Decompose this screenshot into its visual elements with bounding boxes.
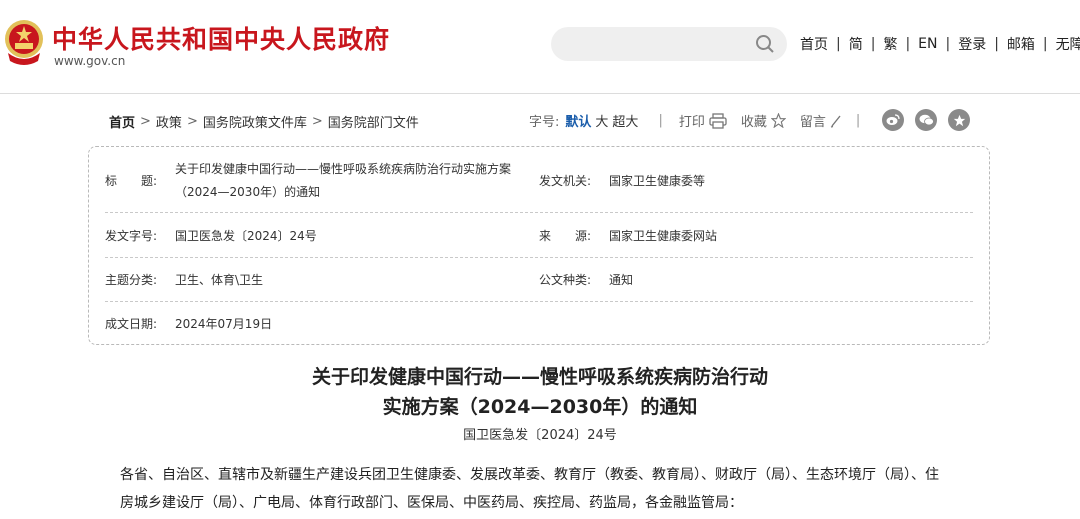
favorite-label: 收藏 (740, 115, 767, 130)
info-row-doc-number: 发文字号: 国卫医急发〔2024〕24号 来 源: 国家卫生健康委网站 (105, 213, 973, 258)
national-emblem-icon[interactable] (2, 17, 46, 67)
nav-simplified[interactable]: 简 (849, 34, 863, 54)
nav-separator: | (994, 36, 999, 52)
favorite-button[interactable]: 收藏 (741, 111, 786, 130)
breadcrumb-policy[interactable]: 政策 (156, 112, 182, 131)
comment-label: 留言 (799, 115, 826, 130)
star-outline-icon (770, 113, 786, 128)
doc-type-label: 公文种类: (539, 273, 592, 287)
breadcrumb-home[interactable]: 首页 (109, 112, 135, 131)
font-size-xlarge[interactable]: 超大 (612, 111, 638, 130)
font-size-label: 字号: (529, 115, 560, 130)
top-nav: 首页 | 简 | 繁 | EN | 登录 | 邮箱 | 无障 (800, 34, 1080, 54)
nav-home[interactable]: 首页 (800, 34, 828, 54)
date-label: 成文日期: (105, 317, 158, 331)
tool-separator: | (658, 113, 663, 128)
title-value-line2: （2024—2030年）的通知 (175, 185, 321, 199)
nav-separator: | (1042, 36, 1048, 52)
comment-button[interactable]: 留言 (800, 111, 842, 130)
document-title-line1: 关于印发健康中国行动——慢性呼吸系统疾病防治行动 (311, 366, 768, 388)
nav-accessibility[interactable]: 无障 (1056, 34, 1080, 54)
info-row-title: 标 题: 关于印发健康中国行动——慢性呼吸系统疾病防治行动实施方案 （2024—… (105, 147, 973, 213)
weibo-icon[interactable] (882, 109, 904, 131)
doc-number-label: 发文字号: (105, 229, 158, 243)
print-button[interactable]: 打印 (679, 111, 727, 130)
breadcrumb-arrow: > (186, 114, 198, 129)
issuer-label: 发文机关: (539, 174, 592, 188)
info-row-topic: 主题分类: 卫生、体育\卫生 公文种类: 通知 (105, 258, 973, 302)
font-size-default[interactable]: 默认 (565, 111, 591, 130)
site-url[interactable]: www.gov.cn (54, 54, 125, 68)
document-body: 各省、自治区、直辖市及新疆生产建设兵团卫生健康委、发展改革委、教育厅（教委、教育… (120, 461, 980, 517)
body-line-1: 各省、自治区、直辖市及新疆生产建设兵团卫生健康委、发展改革委、教育厅（教委、教育… (120, 467, 939, 483)
body-line-2: 房城乡建设厅（局）、广电局、体育行政部门、医保局、中医药局、疾控局、药监局，各金… (120, 495, 743, 511)
document-info-table: 标 题: 关于印发健康中国行动——慢性呼吸系统疾病防治行动实施方案 （2024—… (88, 146, 990, 345)
topic-label: 主题分类: (105, 273, 158, 287)
nav-separator: | (836, 36, 841, 52)
date-value: 2024年07月19日 (175, 317, 273, 331)
printer-icon (709, 112, 727, 129)
document-number: 国卫医急发〔2024〕24号 (463, 428, 617, 443)
nav-traditional[interactable]: 繁 (883, 34, 897, 54)
site-header: 中华人民共和国中央人民政府 www.gov.cn 首页 | 简 | 繁 | EN… (0, 0, 1080, 94)
doc-type-value: 通知 (609, 273, 634, 287)
source-label: 来 源: (539, 229, 592, 243)
doc-number-value: 国卫医急发〔2024〕24号 (175, 229, 317, 243)
star-icon[interactable] (948, 109, 970, 131)
site-title[interactable]: 中华人民共和国中央人民政府 (52, 20, 390, 56)
wechat-icon[interactable] (915, 109, 937, 131)
page-tools: 字号: 默认 大 超大 | 打印 收藏 留言 | (529, 111, 876, 130)
breadcrumb-arrow: > (311, 114, 323, 129)
print-label: 打印 (678, 115, 705, 130)
issuer-value: 国家卫生健康委等 (609, 174, 706, 188)
pencil-icon (830, 115, 841, 128)
nav-mailbox[interactable]: 邮箱 (1007, 34, 1035, 54)
source-value: 国家卫生健康委网站 (609, 229, 718, 243)
nav-separator: | (870, 36, 876, 52)
breadcrumb-arrow: > (140, 114, 151, 129)
font-size-large[interactable]: 大 (595, 111, 608, 130)
document-title-line2: 实施方案（2024—2030年）的通知 (382, 396, 698, 418)
topic-value: 卫生、体育\卫生 (175, 273, 264, 287)
tool-separator: | (855, 113, 861, 128)
title-label: 标 题: (105, 174, 158, 188)
breadcrumb: 首页 > 政策 > 国务院政策文件库 > 国务院部门文件 (109, 112, 419, 131)
breadcrumb-department-docs[interactable]: 国务院部门文件 (328, 112, 419, 131)
search-icon[interactable] (755, 34, 775, 54)
title-value-line1: 关于印发健康中国行动——慢性呼吸系统疾病防治行动实施方案 (175, 162, 512, 176)
nav-login[interactable]: 登录 (958, 34, 986, 54)
info-row-date: 成文日期: 2024年07月19日 (105, 302, 973, 344)
nav-separator: | (945, 36, 951, 52)
share-icons (882, 109, 981, 131)
nav-separator: | (905, 36, 911, 52)
nav-english[interactable]: EN (918, 36, 937, 52)
breadcrumb-policy-library[interactable]: 国务院政策文件库 (203, 112, 307, 131)
search-input[interactable] (551, 27, 787, 61)
